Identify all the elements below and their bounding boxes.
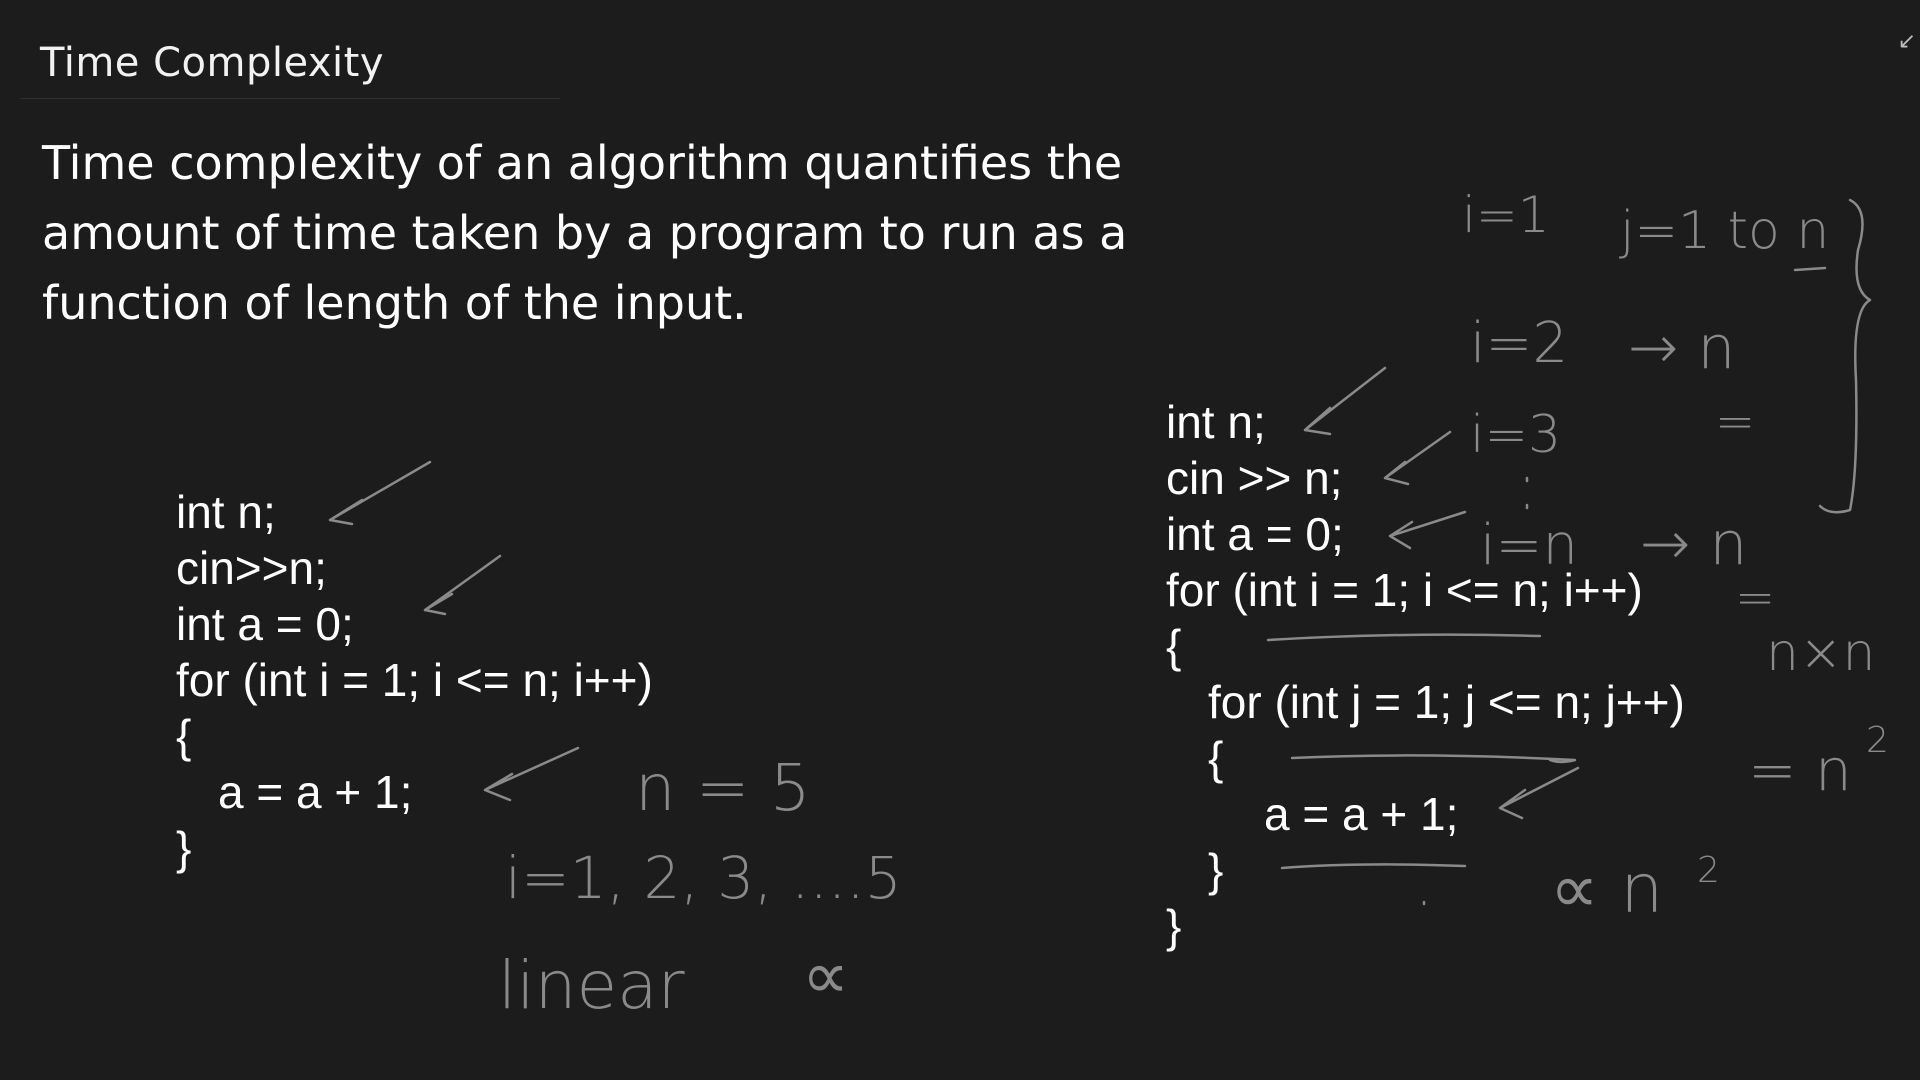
ink-arrow — [328, 460, 432, 526]
ink-underline — [1793, 266, 1827, 272]
ink-i3: i=3 — [1470, 405, 1561, 465]
ink-annotations: n = 5 i=1, 2, 3, ....5 linear ∝ i=1 j=1 … — [328, 186, 1889, 1024]
ink-i-sequence: i=1, 2, 3, ....5 — [505, 844, 902, 912]
ink-i1: i=1 — [1462, 186, 1550, 244]
ink-arrow — [483, 746, 580, 802]
ink-arrow — [1303, 366, 1387, 436]
ink-arrow — [1498, 766, 1580, 820]
ink-arrow — [1383, 430, 1452, 486]
ink-arrow-n: → n — [1628, 313, 1735, 383]
ink-n-times-n: n×n — [1766, 623, 1875, 683]
ink-proportional-n-squared: ∝ n — [1550, 850, 1663, 929]
ink-squared-sup: 2 — [1866, 720, 1889, 761]
ink-i-n: i=n — [1480, 513, 1578, 578]
ink-underline — [1280, 863, 1467, 870]
ink-arrow-n2: → n — [1640, 509, 1747, 579]
collapse-arrow-icon[interactable]: ↙ — [1898, 28, 1916, 54]
ink-n-equals: n = 5 — [635, 752, 811, 826]
ink-eq-a: = — [1715, 394, 1755, 450]
ink-underline — [1290, 754, 1577, 764]
ink-squared-sup2: 2 — [1697, 850, 1720, 891]
ink-proportional: ∝ — [802, 937, 849, 1014]
ink-eq-b: = — [1735, 570, 1775, 626]
ink-arrow — [1388, 510, 1467, 550]
ink-linear: linear — [498, 947, 686, 1024]
ink-arrow — [423, 554, 502, 616]
ink-eq-n-squared: = n — [1748, 736, 1852, 804]
ink-i2: i=2 — [1470, 311, 1568, 376]
ink-j-range: j=1 to n — [1619, 201, 1829, 261]
ink-underline — [1266, 633, 1542, 642]
